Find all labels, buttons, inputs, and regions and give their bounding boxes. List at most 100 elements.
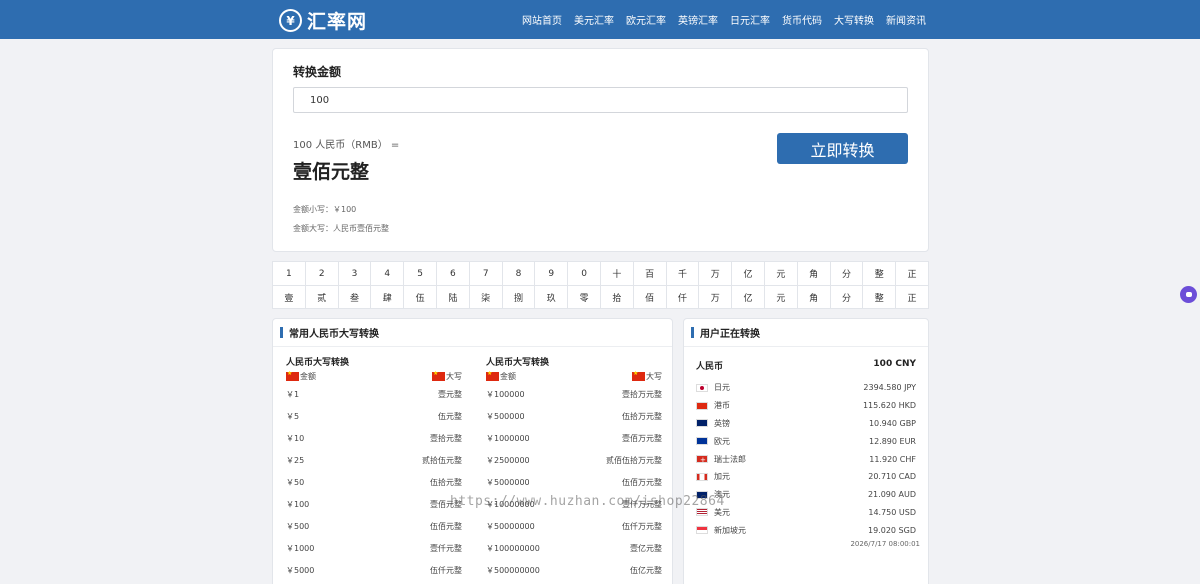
digit-cell: 佰 (634, 286, 667, 308)
rate-row: 澳元 21.090 AUD (696, 486, 916, 504)
row-upper: 伍仟万元整 (622, 521, 662, 531)
nav-link[interactable]: 美元汇率 (574, 12, 614, 27)
digit-cell: 分 (831, 262, 864, 285)
amount-input[interactable] (293, 87, 908, 113)
update-timestamp: 2026/7/17 08:00:01 (850, 540, 920, 548)
nav-link[interactable]: 日元汇率 (730, 12, 770, 27)
convert-button[interactable]: 立即转换 (777, 133, 908, 164)
floating-chat-icon[interactable] (1180, 286, 1197, 303)
conversion-row: ￥50 伍拾元整 (286, 471, 462, 493)
row-amount: ￥2500000 (486, 455, 530, 465)
row-upper: 壹佰元整 (430, 499, 462, 509)
main-nav: 网站首页 美元汇率 欧元汇率 英镑汇率 日元汇率 货币代码 大写转换 新闻资讯 (522, 12, 926, 27)
digit-cell: 仟 (667, 286, 700, 308)
common-title-text: 常用人民币大写转换 (289, 329, 379, 340)
conversion-row: ￥25 贰拾伍元整 (286, 449, 462, 471)
nav-link[interactable]: 新闻资讯 (886, 12, 926, 27)
digit-reference-table: 1234567890十百千万亿元角分整正 壹贰叁肆伍陆柒捌玖零拾佰仟万亿元角分整… (272, 261, 929, 309)
conversion-row: ￥100000000 壹亿元整 (486, 537, 662, 559)
conversion-column-2: 人民币大写转换金额 大写 ￥100000 壹拾万元整 ￥500000 伍拾万元整 ￥1000… (486, 355, 662, 581)
nav-link[interactable]: 网站首页 (522, 12, 562, 27)
digit-cell: 拾 (601, 286, 634, 308)
nav-link[interactable]: 货币代码 (782, 12, 822, 27)
row-amount: ￥1 (286, 389, 300, 399)
conversion-row: ￥10000000 壹仟万元整 (486, 493, 662, 515)
conversion-row: ￥5000 伍仟元整 (286, 559, 462, 581)
rate-currency: 新加坡元 (696, 525, 746, 536)
row-upper: 伍拾元整 (430, 477, 462, 487)
digit-cell: 柒 (470, 286, 503, 308)
upper-label: 大写 (432, 370, 462, 382)
row-amount: ￥25 (286, 455, 305, 465)
row-upper: 伍佰万元整 (622, 477, 662, 487)
rate-name: 新加坡元 (714, 525, 746, 535)
ca-flag-icon (696, 472, 708, 481)
row-amount: ￥100000 (486, 389, 525, 399)
rate-row: 港币 115.620 HKD (696, 397, 916, 415)
row-amount: ￥100 (286, 499, 310, 509)
rate-name: 港币 (714, 401, 730, 411)
digit-cell: 8 (503, 262, 536, 285)
site-logo[interactable]: ¥ 汇率网 (279, 7, 367, 34)
row-upper: 贰拾伍元整 (422, 455, 462, 465)
digit-cell: 零 (568, 286, 601, 308)
row-upper: 伍佰元整 (430, 521, 462, 531)
digit-cell: 正 (907, 293, 917, 304)
amount-label: 金额 (286, 370, 316, 382)
row-upper: 贰佰伍拾万元整 (606, 455, 662, 465)
digit-cell: 万 (699, 286, 733, 308)
rate-row: 新加坡元 19.020 SGD (696, 521, 916, 539)
rate-currency: 美元 (696, 507, 730, 518)
china-flag-icon (632, 370, 645, 381)
digit-cell: 元 (765, 262, 798, 285)
digit-cell: 4 (371, 262, 405, 285)
au-flag-icon (696, 490, 708, 499)
digit-cell: 角 (798, 286, 831, 308)
converter-panel: 转换金额 100 人民币（RMB） = 壹佰元整 金额小写：￥100 金额大写：… (272, 48, 929, 252)
rate-name: 美元 (714, 507, 730, 517)
amount-upper: 金额大写：人民币壹佰元整 (293, 224, 389, 233)
row-amount: ￥500 (286, 521, 310, 531)
digit-cell: 叁 (339, 286, 372, 308)
digit-cell: 肆 (371, 286, 405, 308)
rate-row: 美元 14.750 USD (696, 504, 916, 522)
eu-flag-icon (696, 437, 708, 446)
rate-currency: 英镑 (696, 418, 730, 429)
rate-name: 瑞士法郎 (714, 454, 746, 464)
nav-link[interactable]: 大写转换 (834, 12, 874, 27)
amount-label-text: 金额 (500, 371, 516, 381)
digit-cell: 角 (798, 262, 831, 285)
title-accent-bar (280, 327, 283, 338)
rate-row: 欧元 12.890 EUR (696, 432, 916, 450)
row-upper: 壹仟元整 (430, 543, 462, 553)
common-conversion-panel: 常用人民币大写转换 人民币大写转换金额 大写 ￥1 壹元整 ￥5 伍元整 ￥10 壹拾元整 ￥2… (272, 318, 673, 584)
row-upper: 伍拾万元整 (622, 411, 662, 421)
digit-cell: 贰 (306, 286, 339, 308)
base-currency-row: 人民币 100 CNY (696, 359, 916, 372)
conversion-row: ￥50000000 伍仟万元整 (486, 515, 662, 537)
jp-flag-icon (696, 383, 708, 392)
china-flag-icon (486, 370, 499, 381)
amount-label: 金额 (486, 370, 516, 382)
row-amount: ￥1000 (286, 543, 315, 553)
rate-value: 2394.580 JPY (863, 383, 916, 393)
rate-row: 加元 20.710 CAD (696, 468, 916, 486)
users-panel-title: 用户正在转换 (684, 319, 928, 347)
base-currency: 人民币 (696, 362, 724, 372)
conversion-result: 壹佰元整 (293, 161, 370, 183)
nav-link[interactable]: 欧元汇率 (626, 12, 666, 27)
digit-cell: 玖 (535, 286, 569, 308)
sg-flag-icon (696, 526, 708, 535)
conversion-equation: 100 人民币（RMB） = (293, 140, 400, 151)
rate-row: 日元 2394.580 JPY (696, 379, 916, 397)
column-heading: 人民币大写转换 (286, 358, 350, 368)
digit-cell: 元 (765, 286, 798, 308)
conversion-row: ￥1 壹元整 (286, 383, 462, 405)
column-subheader: 金额 大写 (286, 369, 462, 383)
row-amount: ￥50 (286, 477, 305, 487)
nav-link[interactable]: 英镑汇率 (678, 12, 718, 27)
yen-logo-icon: ¥ (279, 9, 302, 32)
digit-cell: 7 (470, 262, 503, 285)
us-flag-icon (696, 508, 708, 517)
digit-cell: 十 (601, 262, 634, 285)
